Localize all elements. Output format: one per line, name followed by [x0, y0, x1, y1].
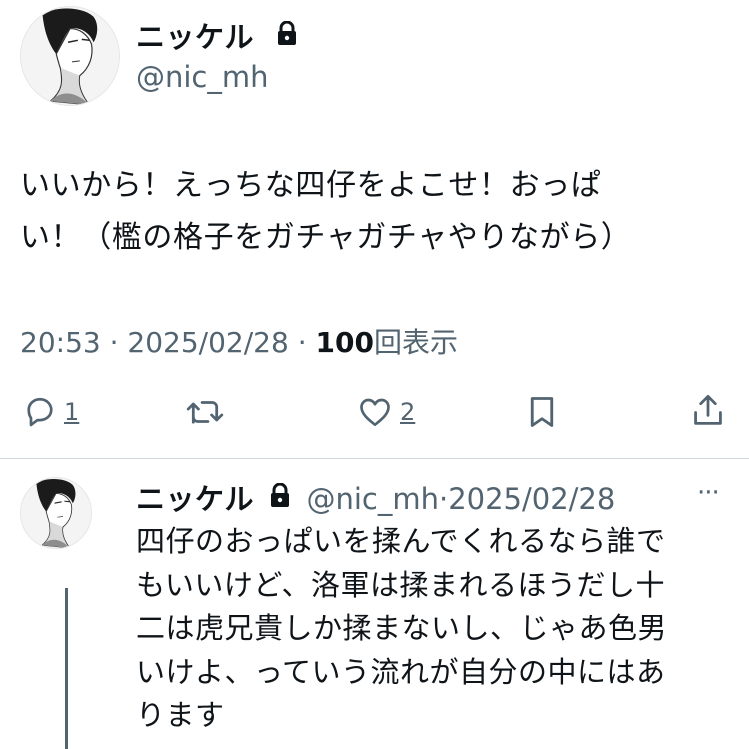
like-count[interactable]: 2 [400, 398, 415, 426]
author-avatar[interactable] [20, 6, 120, 106]
reply-author-name[interactable]: ニッケル [136, 482, 254, 516]
meta-separator: · [297, 326, 307, 359]
reply-author-handle[interactable]: @nic_mh [306, 482, 439, 516]
thread-line [65, 588, 68, 749]
reply-button[interactable]: 1 [22, 394, 79, 430]
view-label: 回表示 [373, 326, 458, 359]
author-handle[interactable]: @nic_mh [136, 60, 269, 94]
reply-text-line: 四仔のおっぱいを揉んでくれるなら誰で [136, 524, 666, 558]
reply-date[interactable]: 2025/02/28 [448, 482, 615, 516]
tweet-date[interactable]: 2025/02/28 [127, 326, 288, 359]
reply-text-line: 二は虎兄貴しか揉まないし、じゃあ色男 [136, 611, 668, 645]
reply-text: 四仔のおっぱいを揉んでくれるなら誰で もいいけど、洛軍は揉まれるほうだし十 二は… [136, 520, 736, 738]
more-button[interactable]: ··· [697, 478, 720, 508]
like-icon [360, 398, 390, 427]
like-button[interactable]: 2 [356, 394, 415, 430]
reply-text-line: いけよ、っていう流れが自分の中にはあ [136, 654, 666, 689]
bookmark-button[interactable] [527, 394, 557, 430]
bookmark-icon [530, 397, 554, 427]
meta-separator: · [109, 326, 119, 359]
author-name[interactable]: ニッケル [136, 14, 254, 56]
reply-icon [27, 397, 53, 427]
reply-text-line: もいいけど、洛軍は揉まれるほうだし十 [136, 567, 665, 602]
reply-author-avatar[interactable] [20, 477, 92, 549]
retweet-button[interactable] [186, 394, 224, 430]
share-button[interactable] [690, 392, 726, 430]
divider [0, 458, 749, 459]
tweet-meta: 20:53 · 2025/02/28 · 100回表示 [20, 321, 458, 361]
retweet-icon [186, 401, 224, 424]
view-count: 100 [315, 326, 374, 359]
lock-icon [276, 20, 298, 50]
tweet-text: いいから！えっちな四仔をよこせ！おっぱ い！（檻の格子をガチャガチャやりながら） [20, 160, 740, 264]
reply-header: ニッケル @nic_mh·2025/02/28 [136, 476, 615, 518]
meta-separator: · [438, 482, 449, 516]
reply-text-line: ります [136, 698, 225, 732]
tweet-text-line: いいから！えっちな四仔をよこせ！おっぱ [20, 168, 602, 203]
tweet-time[interactable]: 20:53 [20, 326, 101, 359]
reply-count[interactable]: 1 [64, 398, 79, 426]
tweet-text-line: い！（檻の格子をガチャガチャやりながら） [20, 220, 632, 255]
lock-icon [269, 481, 291, 515]
share-icon [694, 394, 722, 425]
